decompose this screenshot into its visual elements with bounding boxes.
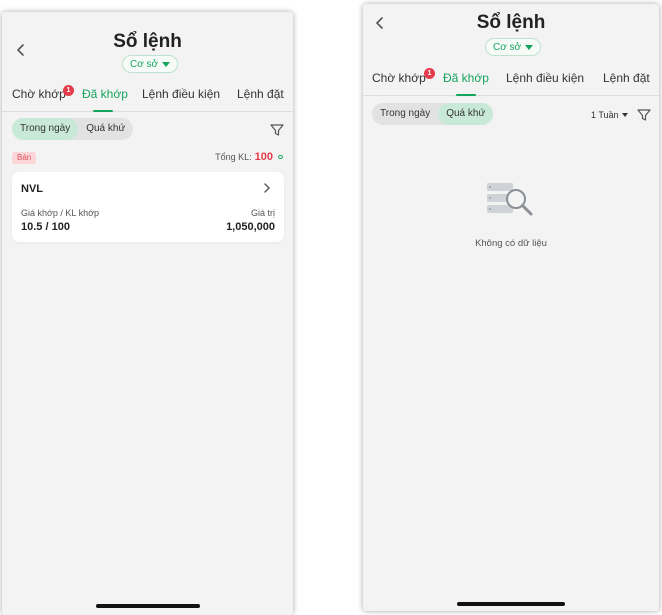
total-volume-label: Tổng KL: <box>215 152 252 162</box>
period-segment: Trong ngày Quá khứ <box>12 118 134 140</box>
tab-pending[interactable]: Chờ khớp <box>372 66 426 96</box>
order-tabs: Chờ khớp 1 Đã khớp Lệnh điều kiện Lệnh đ… <box>2 82 293 112</box>
total-volume: Tổng KL: 100 <box>215 151 283 163</box>
price-qty-value: 10.5 / 100 <box>21 221 70 233</box>
tab-conditional-orders[interactable]: Lệnh điều kiện <box>142 82 220 112</box>
page-title: Sổ lệnh <box>113 31 182 52</box>
filter-icon <box>637 109 651 121</box>
total-volume-value: 100 <box>254 151 273 163</box>
tab-placed-orders[interactable]: Lệnh đặt <box>603 66 650 96</box>
segment-past[interactable]: Quá khứ <box>438 103 494 125</box>
pending-count-badge: 1 <box>63 85 74 96</box>
tab-placed-orders[interactable]: Lệnh đặt <box>237 82 284 112</box>
empty-state-message: Không có dữ liệu <box>475 238 547 249</box>
no-data-search-icon <box>487 183 533 216</box>
tab-label: Lệnh đặt <box>237 87 284 101</box>
tab-pending[interactable]: Chờ khớp <box>12 82 66 112</box>
segment-today[interactable]: Trong ngày <box>12 118 79 140</box>
segment-today[interactable]: Trong ngày <box>372 103 438 125</box>
caret-down-icon <box>162 61 171 67</box>
period-segment: Trong ngày Quá khứ <box>372 103 494 125</box>
filter-button[interactable] <box>636 107 652 123</box>
tab-label: Chờ khớp <box>372 71 426 85</box>
tab-matched[interactable]: Đã khớp <box>443 66 489 96</box>
home-indicator <box>457 602 565 606</box>
tab-label: Lệnh điều kiện <box>506 71 585 85</box>
filter-icon <box>270 124 284 136</box>
segment-past[interactable]: Quá khứ <box>78 118 133 140</box>
value-amount: 1,050,000 <box>226 221 275 233</box>
market-select[interactable]: Cơ sở <box>122 55 179 73</box>
tab-label: Lệnh đặt <box>603 71 650 85</box>
caret-down-icon <box>621 113 628 117</box>
order-tabs: Chờ khớp 1 Đã khớp Lệnh điều kiện Lệnh đ… <box>363 66 659 96</box>
active-tab-indicator <box>93 110 113 112</box>
chevron-right-icon <box>264 183 270 193</box>
active-tab-indicator <box>456 94 476 96</box>
filter-button[interactable] <box>269 122 285 138</box>
market-select[interactable]: Cơ sở <box>485 38 542 56</box>
period-dropdown[interactable]: 1 Tuần <box>591 110 628 120</box>
caret-down-icon <box>525 44 534 50</box>
eye-icon[interactable] <box>278 155 283 159</box>
value-label: Giá trị <box>250 208 275 218</box>
order-card[interactable]: NVL Giá khớp / KL khớp 10.5 / 100 Giá tr… <box>12 172 284 242</box>
pending-count-badge: 1 <box>424 68 435 79</box>
page-title: Sổ lệnh <box>476 12 546 33</box>
order-symbol: NVL <box>21 183 43 195</box>
tab-label: Đã khớp <box>443 71 489 85</box>
home-indicator <box>96 604 200 608</box>
phone-screen-right: Sổ lệnh Cơ sở Chờ khớp 1 Đã khớp Lệnh đi… <box>363 4 659 611</box>
market-select-label: Cơ sở <box>493 41 522 53</box>
tab-label: Đã khớp <box>82 87 128 101</box>
price-qty-label: Giá khớp / KL khớp <box>21 208 100 218</box>
phone-screen-left: Sổ lệnh Cơ sở Chờ khớp 1 Đã khớp Lệnh đi… <box>2 12 293 615</box>
market-select-label: Cơ sở <box>130 58 159 70</box>
tab-conditional-orders[interactable]: Lệnh điều kiện <box>506 66 584 96</box>
tab-matched[interactable]: Đã khớp <box>82 82 128 112</box>
sell-side-badge: Bán <box>12 152 37 164</box>
period-label: 1 Tuần <box>591 110 619 120</box>
tab-label: Lệnh điều kiện <box>142 87 221 101</box>
tab-label: Chờ khớp <box>12 87 66 101</box>
